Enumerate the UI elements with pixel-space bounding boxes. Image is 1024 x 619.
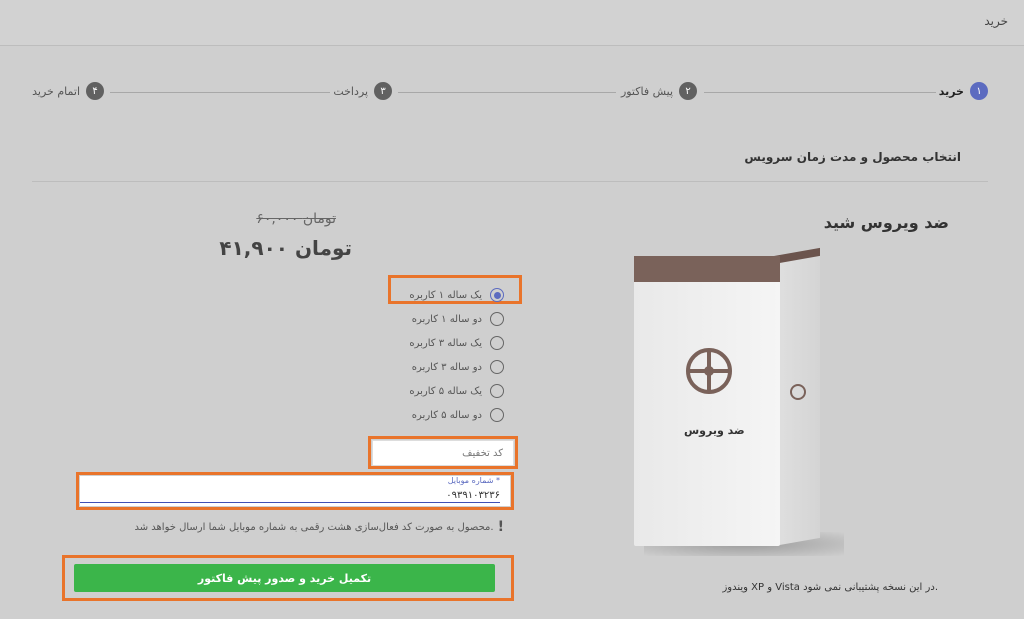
plan-option[interactable]: یک ساله ۳ کاربره	[409, 331, 504, 355]
plan-option[interactable]: دو ساله ۳ کاربره	[409, 355, 504, 379]
section-title: انتخاب محصول و مدت زمان سرویس	[744, 150, 961, 164]
step-number: ۱	[970, 82, 988, 100]
step-label: پرداخت	[333, 84, 368, 98]
activation-notice: ! محصول به صورت کد فعال‌سازی هشت رقمی به…	[134, 519, 504, 535]
radio-icon[interactable]	[490, 384, 504, 398]
plan-option[interactable]: دو ساله ۱ کاربره	[409, 307, 504, 331]
plan-option-label: یک ساله ۱ کاربره	[409, 289, 482, 301]
step-label: اتمام خرید	[32, 84, 80, 98]
plan-option[interactable]: یک ساله ۱ کاربره	[409, 283, 504, 307]
plan-options: یک ساله ۱ کاربره دو ساله ۱ کاربره یک سال…	[409, 283, 504, 427]
checkout-steps: ۱ خرید ۲ پیش فاکتور ۳ پرداخت ۴ اتمام خری…	[0, 82, 1024, 106]
step-payment: ۳ پرداخت	[333, 82, 392, 100]
support-note: ویندوز XP و Vista در این نسخه پشتیبانی ن…	[722, 582, 938, 593]
plan-option-label: یک ساله ۵ کاربره	[409, 385, 482, 397]
step-label: پیش فاکتور	[620, 84, 673, 98]
plan-option[interactable]: یک ساله ۵ کاربره	[409, 379, 504, 403]
step-label: خرید	[938, 84, 964, 98]
plan-option-label: یک ساله ۳ کاربره	[409, 337, 482, 349]
page-title: خرید	[984, 14, 1008, 28]
radio-icon[interactable]	[490, 312, 504, 326]
plan-option-label: دو ساله ۳ کاربره	[411, 361, 482, 373]
step-connector	[398, 92, 616, 93]
plan-option[interactable]: دو ساله ۵ کاربره	[409, 403, 504, 427]
warning-icon: !	[497, 519, 504, 535]
new-price: ۴۱,۹۰۰ تومان	[219, 236, 352, 260]
divider	[32, 181, 988, 182]
top-bar: خرید	[0, 0, 1024, 46]
notice-text: محصول به صورت کد فعال‌سازی هشت رقمی به ش…	[134, 521, 494, 533]
step-number: ۲	[679, 82, 697, 100]
plan-option-label: دو ساله ۵ کاربره	[411, 409, 482, 421]
step-number: ۴	[86, 82, 104, 100]
step-connector	[110, 92, 330, 93]
mobile-field: شماره موبایل *	[80, 476, 510, 506]
old-price: ۶۰,۰۰۰ تومان	[256, 211, 336, 227]
step-connector	[704, 92, 936, 93]
box-label: ضد ویروس	[684, 424, 745, 437]
plan-option-label: دو ساله ۱ کاربره	[411, 313, 482, 325]
mobile-input[interactable]	[80, 488, 500, 503]
product-name: ضد ویروس شید	[823, 213, 949, 232]
radio-icon[interactable]	[490, 360, 504, 374]
mobile-label: شماره موبایل *	[447, 476, 500, 485]
crosshair-small-icon	[790, 384, 806, 400]
radio-selected-icon[interactable]	[490, 288, 504, 302]
radio-icon[interactable]	[490, 336, 504, 350]
crosshair-icon	[686, 348, 732, 394]
step-number: ۳	[374, 82, 392, 100]
step-purchase: ۱ خرید	[939, 82, 988, 100]
step-complete: ۴ اتمام خرید	[32, 82, 104, 100]
product-box-image: ضد ویروس	[634, 247, 844, 556]
complete-purchase-button[interactable]: تکمیل خرید و صدور پیش فاکتور	[74, 564, 495, 592]
step-invoice: ۲ پیش فاکتور	[621, 82, 697, 100]
discount-code-input[interactable]: کد تخفیف	[372, 440, 514, 466]
radio-icon[interactable]	[490, 408, 504, 422]
